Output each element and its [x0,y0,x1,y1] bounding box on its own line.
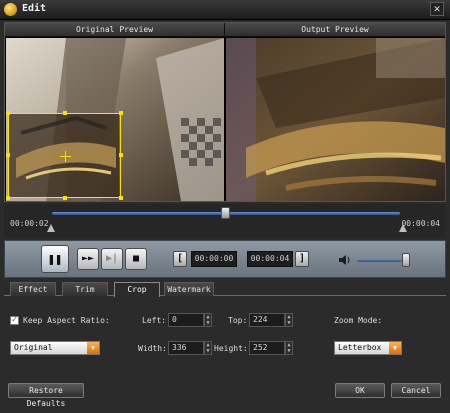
keep-aspect-checkbox[interactable]: ✓ [10,316,19,325]
ok-button[interactable]: OK [335,383,385,398]
set-end-button[interactable]: ] [295,251,309,267]
aspect-ratio-value: Original [14,343,53,352]
left-label: Left: [142,316,167,325]
app-logo-icon [4,3,17,16]
trim-start-marker[interactable] [47,224,55,232]
crop-handle[interactable] [63,111,67,115]
next-frame-button[interactable]: ▶| [101,248,123,270]
fast-forward-button[interactable]: ►► [77,248,99,270]
total-time: 00:00:04 [401,219,440,228]
chevron-down-icon: ▼ [87,342,99,354]
output-preview-video [226,38,445,201]
crop-handle[interactable] [6,196,10,200]
crop-panel: ✓ Keep Aspect Ratio: Original ▼ Left: 0 … [4,297,446,377]
edit-tabs: Effect Trim Crop Watermark [4,282,446,297]
close-icon: ✕ [433,2,441,15]
stop-icon: ■ [132,253,140,264]
tab-effect[interactable]: Effect [10,282,56,296]
end-time-field[interactable]: 00:00:04 [247,251,293,267]
width-input[interactable]: 336 [168,341,204,355]
top-label: Top: [228,316,248,325]
width-label: Width: [138,344,167,353]
title-bar: Edit ✕ [0,0,450,20]
playback-controls: ❚❚ ►► ▶| ■ [ 00:00:00 00:00:04 ] [4,240,446,278]
chevron-down-icon: ▼ [389,342,401,354]
speaker-icon [339,255,350,265]
top-input[interactable]: 224 [249,313,285,327]
height-input[interactable]: 252 [249,341,285,355]
fast-forward-icon: ►► [81,253,95,264]
left-input[interactable]: 0 [168,313,204,327]
output-preview-label: Output Preview [225,23,445,37]
stop-button[interactable]: ■ [125,248,147,270]
tab-crop[interactable]: Crop [114,282,160,297]
crop-frame[interactable] [6,111,123,200]
tab-trim[interactable]: Trim [62,282,108,296]
original-preview-label: Original Preview [5,23,225,37]
crop-handle[interactable] [63,196,67,200]
keep-aspect-label: Keep Aspect Ratio: [23,316,110,325]
zoom-mode-label: Zoom Mode: [334,316,383,325]
seek-slider-thumb[interactable] [221,207,230,219]
width-spinner[interactable]: ▲ ▼ [204,341,212,355]
cancel-button[interactable]: Cancel [391,383,441,398]
zoom-mode-value: Letterbox [338,343,382,352]
next-frame-icon: ▶| [105,253,119,264]
height-label: Height: [214,344,248,353]
restore-defaults-button[interactable]: Restore Defaults [8,383,84,408]
set-start-button[interactable]: [ [173,251,187,267]
aspect-ratio-dropdown[interactable]: Original ▼ [10,341,100,355]
zoom-mode-dropdown[interactable]: Letterbox ▼ [334,341,402,355]
crop-handle[interactable] [119,196,123,200]
crop-handle[interactable] [119,111,123,115]
top-spinner[interactable]: ▲ ▼ [285,313,293,327]
preview-area: Original Preview Output Preview [4,22,446,202]
play-pause-button[interactable]: ❚❚ [41,245,69,273]
tab-watermark[interactable]: Watermark [164,282,214,296]
crop-handle[interactable] [6,111,10,115]
height-spinner[interactable]: ▲ ▼ [285,341,293,355]
left-spinner[interactable]: ▲ ▼ [204,313,212,327]
crop-handle[interactable] [6,153,10,157]
original-preview-video[interactable] [6,38,224,201]
pause-icon: ❚❚ [47,252,63,266]
close-button[interactable]: ✕ [430,2,444,16]
window-title: Edit [22,3,47,14]
timeline: 00:00:02 00:00:04 [4,204,446,238]
volume-slider-thumb[interactable] [402,253,410,267]
crop-handle[interactable] [119,153,123,157]
current-time: 00:00:02 [10,219,49,228]
crop-center-crosshair [65,151,66,162]
start-time-field[interactable]: 00:00:00 [191,251,237,267]
